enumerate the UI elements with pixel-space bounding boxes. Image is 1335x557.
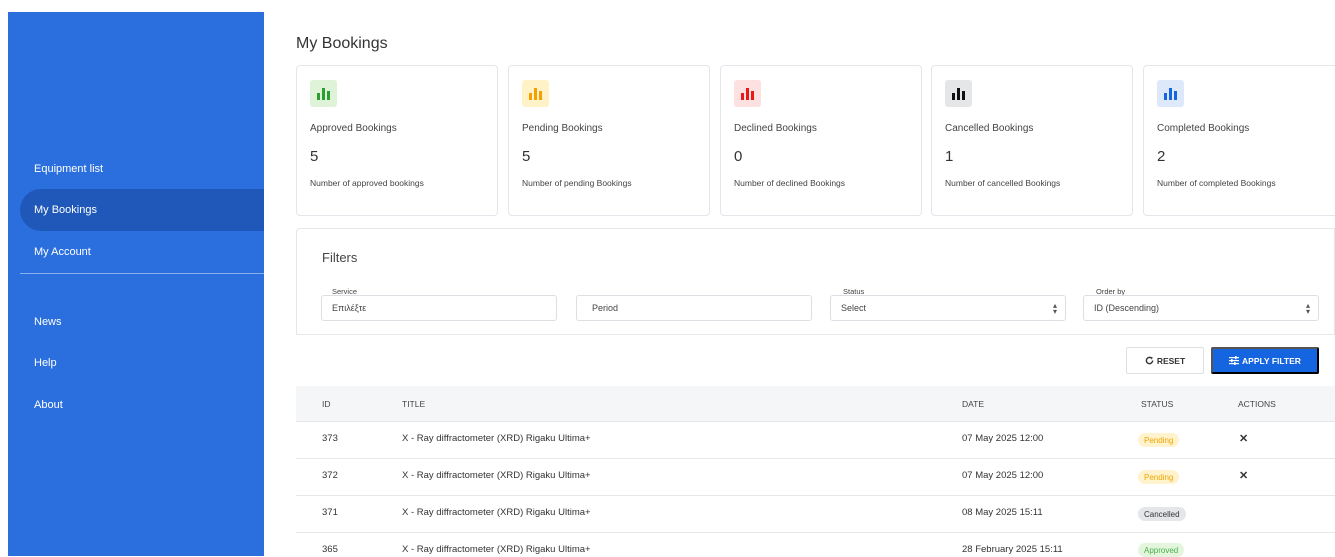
sidebar-item-equipment-list[interactable]: Equipment list [20, 148, 264, 190]
column-header-id[interactable]: ID [322, 399, 331, 409]
card-value: 2 [1157, 148, 1166, 165]
cell-date: 28 February 2025 15:11 [962, 544, 1063, 555]
status-badge: Approved [1138, 543, 1185, 557]
divider [296, 334, 1335, 335]
card-description: Number of declined Bookings [734, 178, 846, 188]
select-arrows-icon: ▴ ▾ [1052, 301, 1057, 316]
status-badge: Cancelled [1138, 507, 1186, 521]
stat-card-cancelled: Cancelled Bookings 1 Number of cancelled… [931, 65, 1133, 216]
cell-title[interactable]: X - Ray diffractometer (XRD) Rigaku Ulti… [402, 544, 591, 555]
row-divider [296, 495, 1335, 496]
reset-button[interactable]: RESET [1126, 347, 1204, 374]
card-value: 5 [310, 148, 319, 165]
card-value: 1 [945, 148, 954, 165]
cell-id: 365 [322, 544, 338, 555]
cancel-booking-icon[interactable]: ✕ [1239, 469, 1248, 482]
sidebar-item-about[interactable]: About [20, 384, 264, 426]
cell-date: 07 May 2025 12:00 [962, 470, 1044, 481]
service-select[interactable]: Επιλέξτε [321, 295, 557, 321]
card-label: Cancelled Bookings [945, 123, 1034, 134]
cell-title[interactable]: X - Ray diffractometer (XRD) Rigaku Ulti… [402, 507, 591, 518]
period-input[interactable]: Period [576, 295, 812, 321]
refresh-icon [1145, 356, 1154, 365]
cell-title[interactable]: X - Ray diffractometer (XRD) Rigaku Ulti… [402, 433, 591, 444]
sidebar-item-label: Help [34, 357, 57, 369]
reset-label: RESET [1156, 355, 1186, 366]
sidebar-item-label: My Bookings [34, 204, 97, 216]
sidebar [8, 12, 264, 556]
card-label: Completed Bookings [1157, 123, 1250, 134]
bar-chart-icon [310, 80, 337, 107]
cell-id: 372 [322, 470, 338, 481]
cell-id: 373 [322, 433, 338, 444]
page-title: My Bookings [296, 35, 388, 52]
row-divider [296, 458, 1335, 459]
stat-card-pending: Pending Bookings 5 Number of pending Boo… [508, 65, 710, 216]
order-by-select[interactable]: ID (Descending) ▴ ▾ [1083, 295, 1319, 321]
filters-title: Filters [322, 250, 358, 265]
card-label: Approved Bookings [310, 123, 397, 134]
cancel-booking-icon[interactable]: ✕ [1239, 432, 1248, 445]
sidebar-item-label: My Account [34, 246, 91, 258]
bar-chart-icon [522, 80, 549, 107]
card-label: Declined Bookings [734, 123, 817, 134]
sidebar-item-label: News [34, 316, 62, 328]
cell-date: 08 May 2025 15:11 [962, 507, 1043, 518]
sidebar-divider [20, 273, 264, 274]
row-divider [296, 421, 1335, 422]
column-header-actions: ACTIONS [1238, 399, 1276, 409]
sidebar-item-my-account[interactable]: My Account [20, 231, 264, 273]
table-header [296, 386, 1335, 422]
stat-card-approved: Approved Bookings 5 Number of approved b… [296, 65, 498, 216]
status-badge: Pending [1138, 470, 1180, 484]
card-value: 5 [522, 148, 531, 165]
column-header-date[interactable]: DATE [962, 399, 984, 409]
row-divider [296, 532, 1335, 533]
sidebar-item-label: Equipment list [34, 163, 104, 175]
bar-chart-icon [1157, 80, 1184, 107]
cell-title[interactable]: X - Ray diffractometer (XRD) Rigaku Ulti… [402, 470, 591, 481]
apply-filter-label: APPLY FILTER [1242, 355, 1301, 366]
status-select[interactable]: Select ▴ ▾ [830, 295, 1066, 321]
status-select-value: Select [841, 303, 867, 313]
apply-filter-button[interactable]: APPLY FILTER [1211, 347, 1319, 374]
column-header-status[interactable]: STATUS [1141, 399, 1173, 409]
card-description: Number of pending Bookings [522, 178, 632, 188]
card-description: Number of cancelled Bookings [945, 178, 1061, 188]
card-value: 0 [734, 148, 743, 165]
sliders-icon [1229, 356, 1240, 365]
period-placeholder: Period [592, 303, 619, 313]
cell-date: 07 May 2025 12:00 [962, 433, 1044, 444]
card-description: Number of completed Bookings [1157, 178, 1276, 188]
card-description: Number of approved bookings [310, 178, 424, 188]
cell-id: 371 [322, 507, 338, 518]
stat-card-declined: Declined Bookings 0 Number of declined B… [720, 65, 922, 216]
service-placeholder: Επιλέξτε [332, 303, 367, 313]
stat-card-completed: Completed Bookings 2 Number of completed… [1143, 65, 1335, 216]
sidebar-item-news[interactable]: News [20, 301, 264, 343]
bar-chart-icon [734, 80, 761, 107]
bar-chart-icon [945, 80, 972, 107]
card-label: Pending Bookings [522, 123, 603, 134]
select-arrows-icon: ▴ ▾ [1305, 301, 1310, 316]
status-badge: Pending [1138, 433, 1180, 447]
column-header-title[interactable]: TITLE [402, 399, 425, 409]
order-by-value: ID (Descending) [1094, 303, 1160, 313]
sidebar-item-my-bookings[interactable]: My Bookings [20, 189, 264, 231]
sidebar-item-help[interactable]: Help [20, 342, 264, 384]
sidebar-item-label: About [34, 399, 63, 411]
